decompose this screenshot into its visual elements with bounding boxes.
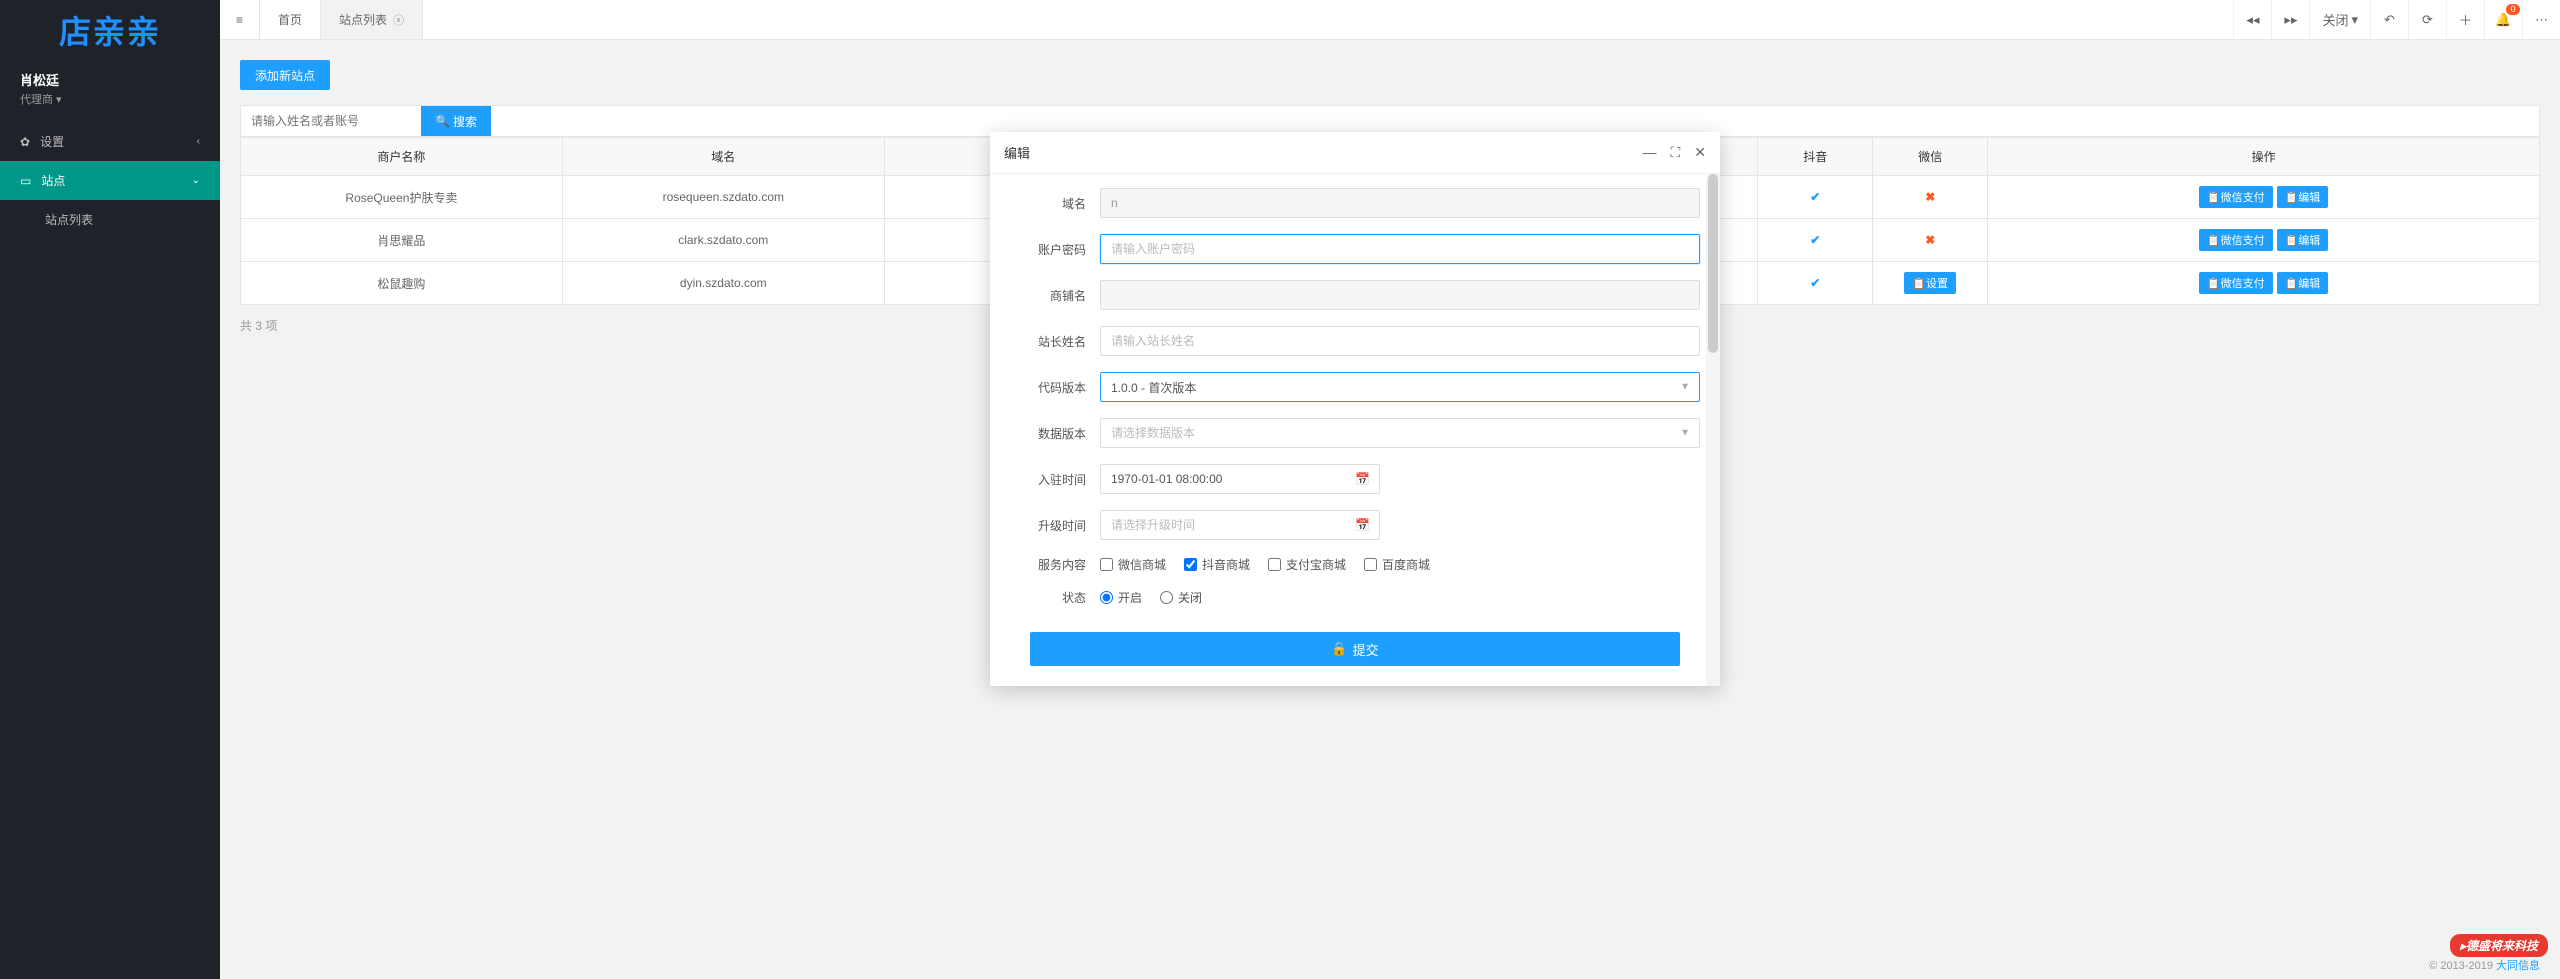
input-domain[interactable]: [1100, 188, 1700, 218]
nav-site-list[interactable]: 站点列表: [0, 200, 220, 239]
search-icon: 🔍: [435, 114, 450, 128]
col-action: 操作: [1988, 138, 2540, 176]
nav-site[interactable]: ▭ 站点 ⌄: [0, 161, 220, 200]
tab-home[interactable]: 首页: [260, 0, 321, 39]
col-domain: 域名: [562, 138, 884, 176]
refresh-icon[interactable]: ⟳: [2408, 0, 2446, 39]
label-domain: 域名: [1010, 195, 1100, 212]
col-merchant: 商户名称: [241, 138, 563, 176]
more-icon[interactable]: ⋯: [2522, 0, 2560, 39]
radio-close[interactable]: 关闭: [1160, 589, 1202, 606]
bell-icon[interactable]: 🔔0: [2484, 0, 2522, 39]
wechat-setup-button[interactable]: 📋设置: [1904, 272, 1956, 294]
label-upgrade: 升级时间: [1010, 517, 1100, 534]
x-icon: ✖: [1925, 233, 1935, 247]
chevron-left-icon: ‹: [197, 136, 200, 147]
gear-icon: ✿: [20, 135, 30, 149]
search-input[interactable]: [241, 106, 421, 136]
sidebar: 店亲亲 肖松廷 代理商▾ ✿ 设置 ‹ ▭ 站点 ⌄ 站点列表: [0, 0, 220, 979]
caret-down-icon: ▾: [2351, 12, 2358, 28]
radio-open[interactable]: 开启: [1100, 589, 1142, 606]
scrollbar-thumb[interactable]: [1708, 174, 1718, 353]
tab-site-list[interactable]: 站点列表 ⓧ: [321, 0, 423, 39]
label-shop: 商铺名: [1010, 287, 1100, 304]
col-wechat: 微信: [1873, 138, 1988, 176]
edit-button[interactable]: 📋编辑: [2277, 272, 2329, 294]
submit-bar: 🔒提交: [1010, 622, 1700, 686]
input-upgrade-date[interactable]: [1100, 510, 1380, 540]
select-data-version[interactable]: [1100, 418, 1700, 448]
history-back-icon[interactable]: ◂◂: [2233, 0, 2271, 39]
submit-button[interactable]: 🔒提交: [1030, 632, 1680, 666]
topbar-left: ≡ 首页 站点列表 ⓧ: [220, 0, 423, 39]
label-code: 代码版本: [1010, 379, 1100, 396]
input-shop[interactable]: [1100, 280, 1700, 310]
edit-button[interactable]: 📋编辑: [2277, 186, 2329, 208]
logo: 店亲亲: [0, 0, 220, 60]
chk-douyin-mall[interactable]: 抖音商城: [1184, 556, 1250, 573]
label-data: 数据版本: [1010, 425, 1100, 442]
label-status: 状态: [1010, 589, 1100, 606]
dialog-header: 编辑 — ⛶ ✕: [990, 132, 1720, 174]
search-button[interactable]: 🔍搜索: [421, 106, 491, 136]
wxpay-button[interactable]: 📋微信支付: [2199, 186, 2273, 208]
caret-down-icon: ▾: [56, 93, 62, 106]
close-menu[interactable]: 关闭▾: [2309, 0, 2370, 39]
tab-close-icon[interactable]: ⓧ: [393, 12, 404, 28]
status-radios: 开启 关闭: [1100, 589, 1700, 606]
col-douyin: 抖音: [1758, 138, 1873, 176]
user-block: 肖松廷 代理商▾: [0, 60, 220, 122]
edit-dialog: 编辑 — ⛶ ✕ 域名 账户密码 商铺名 站长姓名 代码版本▼ 数据版本▼ 入驻…: [990, 132, 1720, 686]
notification-badge: 0: [2506, 4, 2520, 15]
x-icon: ✖: [1925, 190, 1935, 204]
dialog-body: 域名 账户密码 商铺名 站长姓名 代码版本▼ 数据版本▼ 入驻时间📅 升级时间📅…: [990, 174, 1720, 686]
chk-baidu-mall[interactable]: 百度商城: [1364, 556, 1430, 573]
nav-settings[interactable]: ✿ 设置 ‹: [0, 122, 220, 161]
check-icon: ✔: [1810, 190, 1820, 204]
add-icon[interactable]: ＋: [2446, 0, 2484, 39]
user-role[interactable]: 代理商▾: [20, 91, 200, 107]
label-joined: 入驻时间: [1010, 471, 1100, 488]
dialog-title: 编辑: [1004, 143, 1030, 162]
input-password[interactable]: [1100, 234, 1700, 264]
chk-wechat-mall[interactable]: 微信商城: [1100, 556, 1166, 573]
check-icon: ✔: [1810, 233, 1820, 247]
user-name: 肖松廷: [20, 70, 200, 89]
chk-alipay-mall[interactable]: 支付宝商城: [1268, 556, 1346, 573]
topbar-right: ◂◂ ▸▸ 关闭▾ ↶ ⟳ ＋ 🔔0 ⋯: [2233, 0, 2560, 39]
select-code-version[interactable]: [1100, 372, 1700, 402]
chevron-down-icon: ⌄: [192, 175, 200, 186]
lock-icon: 🔒: [1331, 641, 1347, 657]
app-root: 店亲亲 肖松廷 代理商▾ ✿ 设置 ‹ ▭ 站点 ⌄ 站点列表 ≡ 首页 站点列…: [0, 0, 2560, 979]
input-owner[interactable]: [1100, 326, 1700, 356]
check-icon: ✔: [1810, 276, 1820, 290]
monitor-icon: ▭: [20, 174, 31, 188]
service-checkboxes: 微信商城 抖音商城 支付宝商城 百度商城: [1100, 556, 1700, 573]
topbar: ≡ 首页 站点列表 ⓧ ◂◂ ▸▸ 关闭▾ ↶ ⟳ ＋ 🔔0 ⋯: [220, 0, 2560, 40]
minimize-icon[interactable]: —: [1642, 144, 1656, 161]
wxpay-button[interactable]: 📋微信支付: [2199, 272, 2273, 294]
footer-link[interactable]: 大同信息: [2496, 960, 2540, 972]
maximize-icon[interactable]: ⛶: [1670, 144, 1680, 161]
label-pwd: 账户密码: [1010, 241, 1100, 258]
dialog-scrollbar[interactable]: [1706, 174, 1720, 686]
hamburger-icon[interactable]: ≡: [220, 0, 260, 39]
add-site-button[interactable]: 添加新站点: [240, 60, 330, 90]
input-joined-date[interactable]: [1100, 464, 1380, 494]
label-owner: 站长姓名: [1010, 333, 1100, 350]
footer: © 2013-2019 大同信息: [230, 951, 2550, 979]
label-service: 服务内容: [1010, 556, 1100, 573]
history-fwd-icon[interactable]: ▸▸: [2271, 0, 2309, 39]
wxpay-button[interactable]: 📋微信支付: [2199, 229, 2273, 251]
edit-button[interactable]: 📋编辑: [2277, 229, 2329, 251]
close-icon[interactable]: ✕: [1694, 144, 1706, 161]
dialog-controls: — ⛶ ✕: [1642, 144, 1706, 161]
undo-icon[interactable]: ↶: [2370, 0, 2408, 39]
